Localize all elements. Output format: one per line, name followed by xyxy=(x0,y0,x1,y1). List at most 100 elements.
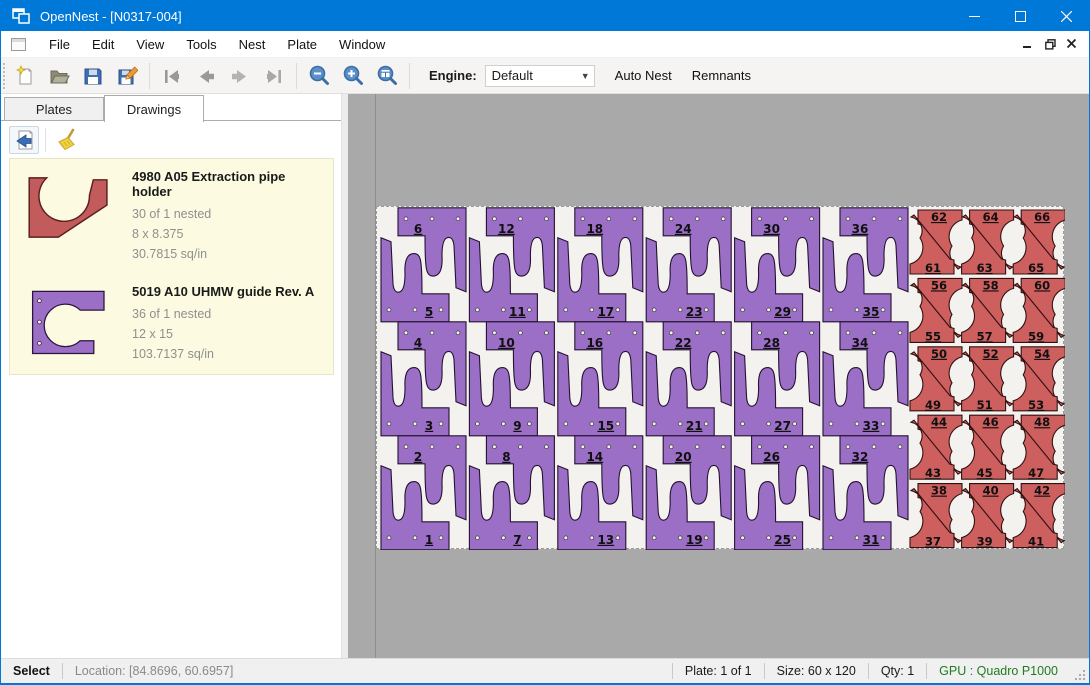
red-part-pair[interactable]: 4241 xyxy=(1013,484,1065,549)
zoom-fit-button[interactable] xyxy=(370,61,404,91)
drill-hole xyxy=(564,308,568,312)
drill-hole xyxy=(758,217,762,221)
purple-part-pair[interactable]: 2625 xyxy=(735,436,820,550)
red-part-pair[interactable]: 5857 xyxy=(962,278,1014,343)
sidebar-tabs: Plates Drawings xyxy=(1,94,341,121)
drill-hole xyxy=(881,308,885,312)
menu-nest[interactable]: Nest xyxy=(228,32,277,57)
list-item-drawing-1[interactable]: 4980 A05 Extraction pipe holder 30 of 1 … xyxy=(10,159,333,274)
purple-part-pair[interactable]: 2019 xyxy=(646,436,731,550)
drill-hole xyxy=(519,445,523,449)
drill-hole xyxy=(881,536,885,540)
purple-part-pair[interactable]: 1413 xyxy=(558,436,643,550)
purple-part-pair[interactable]: 21 xyxy=(381,436,466,550)
red-part-pair[interactable]: 5453 xyxy=(1013,347,1065,412)
mdi-close-button[interactable] xyxy=(1061,34,1083,54)
red-part-pair[interactable]: 6059 xyxy=(1013,278,1065,343)
import-drawing-icon xyxy=(12,128,36,152)
save-button[interactable] xyxy=(76,61,110,91)
purple-part-pair[interactable]: 43 xyxy=(381,322,466,436)
red-part-pair[interactable]: 5655 xyxy=(910,278,962,343)
drill-hole xyxy=(678,422,682,426)
auto-nest-button[interactable]: Auto Nest xyxy=(605,64,682,87)
part-number: 34 xyxy=(852,336,869,350)
drill-hole xyxy=(387,536,391,540)
drawing-nested: 30 of 1 nested xyxy=(132,204,325,224)
plate[interactable]: 6512111817242330293635431091615222128273… xyxy=(376,206,1064,549)
red-part-pair[interactable]: 6665 xyxy=(1013,210,1065,275)
close-button[interactable] xyxy=(1043,1,1089,31)
part-number: 66 xyxy=(1034,210,1050,224)
maximize-button[interactable] xyxy=(997,1,1043,31)
purple-part-pair[interactable]: 1211 xyxy=(469,208,554,322)
purple-part-pair[interactable]: 1817 xyxy=(558,208,643,322)
part-number: 60 xyxy=(1034,278,1050,292)
remnants-button[interactable]: Remnants xyxy=(682,64,761,87)
part-number: 44 xyxy=(931,415,947,429)
red-part-pair[interactable]: 5251 xyxy=(962,347,1014,412)
tab-drawings[interactable]: Drawings xyxy=(104,95,204,122)
purple-part-pair[interactable]: 87 xyxy=(469,436,554,550)
part-number: 2 xyxy=(414,450,422,464)
purple-part-pair[interactable]: 3231 xyxy=(823,436,908,550)
mdi-minimize-button[interactable] xyxy=(1017,34,1039,54)
save-as-button[interactable] xyxy=(110,61,144,91)
red-part-pair[interactable]: 4847 xyxy=(1013,415,1065,480)
purple-part-pair[interactable]: 2827 xyxy=(735,322,820,436)
red-part-pair[interactable]: 6261 xyxy=(910,210,962,275)
red-part-pair[interactable]: 4645 xyxy=(962,415,1014,480)
open-folder-button[interactable] xyxy=(42,61,76,91)
drill-hole xyxy=(758,445,762,449)
red-part-pair[interactable]: 4443 xyxy=(910,415,962,480)
menu-view[interactable]: View xyxy=(125,32,175,57)
engine-select[interactable]: Default ▼ xyxy=(485,65,595,87)
purple-part-pair[interactable]: 65 xyxy=(381,208,466,322)
purple-part-pair[interactable]: 3029 xyxy=(735,208,820,322)
red-part-pair[interactable]: 6463 xyxy=(962,210,1014,275)
drill-hole xyxy=(652,536,656,540)
tab-plates[interactable]: Plates xyxy=(4,97,104,121)
purple-part-pair[interactable]: 2221 xyxy=(646,322,731,436)
purple-part-pair[interactable]: 3635 xyxy=(823,208,908,322)
application-window: OpenNest - [N0317-004] File Edit View To… xyxy=(0,0,1090,685)
minimize-button[interactable] xyxy=(951,1,997,31)
nav-next-button[interactable] xyxy=(223,61,257,91)
red-part-pair[interactable]: 4039 xyxy=(962,484,1014,549)
menu-plate[interactable]: Plate xyxy=(276,32,328,57)
drill-hole xyxy=(633,217,637,221)
zoom-in-button[interactable] xyxy=(336,61,370,91)
drill-hole xyxy=(502,308,506,312)
purple-part-pair[interactable]: 3433 xyxy=(823,322,908,436)
menu-edit[interactable]: Edit xyxy=(81,32,125,57)
mdi-restore-button[interactable] xyxy=(1039,34,1061,54)
resize-grip[interactable] xyxy=(1072,667,1086,681)
part-number: 41 xyxy=(1028,535,1044,549)
part-number: 30 xyxy=(763,222,780,236)
zoom-out-button[interactable] xyxy=(302,61,336,91)
menu-tools[interactable]: Tools xyxy=(175,32,227,57)
part-number: 26 xyxy=(763,450,780,464)
menu-file[interactable]: File xyxy=(38,32,81,57)
red-part-pair[interactable]: 5049 xyxy=(910,347,962,412)
window-title: OpenNest - [N0317-004] xyxy=(40,9,182,24)
mdi-document-icon[interactable] xyxy=(11,38,26,51)
drill-hole xyxy=(855,422,859,426)
import-drawing-button[interactable] xyxy=(9,126,39,154)
new-file-button[interactable] xyxy=(8,61,42,91)
purple-part-pair[interactable]: 109 xyxy=(469,322,554,436)
nav-first-button[interactable] xyxy=(155,61,189,91)
drill-hole xyxy=(767,308,771,312)
red-part-pair[interactable]: 3837 xyxy=(910,484,962,549)
menu-window[interactable]: Window xyxy=(328,32,396,57)
list-item-drawing-2[interactable]: 5019 A10 UHMW guide Rev. A 36 of 1 neste… xyxy=(10,274,333,374)
drill-hole xyxy=(810,217,814,221)
drill-hole xyxy=(855,536,859,540)
purple-part-pair[interactable]: 2423 xyxy=(646,208,731,322)
nest-canvas[interactable]: 6512111817242330293635431091615222128273… xyxy=(348,94,1089,658)
status-mode: Select xyxy=(1,664,62,678)
nav-prev-button[interactable] xyxy=(189,61,223,91)
purple-part-pair[interactable]: 1615 xyxy=(558,322,643,436)
nav-last-button[interactable] xyxy=(257,61,291,91)
clean-button[interactable] xyxy=(52,126,82,154)
drill-hole xyxy=(404,331,408,335)
